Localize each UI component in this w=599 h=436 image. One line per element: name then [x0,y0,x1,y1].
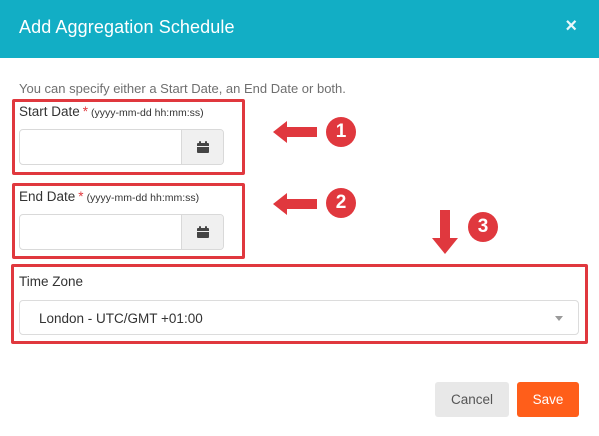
callout-badge-1: 1 [326,117,356,147]
arrow-down-icon [432,210,458,254]
end-date-field [19,214,224,250]
callout-badge-3: 3 [468,212,498,242]
start-date-calendar-button[interactable] [181,130,223,164]
dialog-title: Add Aggregation Schedule [19,17,235,37]
end-date-calendar-button[interactable] [181,215,223,249]
required-mark: * [82,104,89,119]
start-date-field [19,129,224,165]
arrow-left-icon [273,121,317,143]
end-date-label-text: End Date [19,189,76,204]
start-date-label: Start Date * (yyyy-mm-dd hh:mm:ss) [19,104,204,119]
format-hint: (yyyy-mm-dd hh:mm:ss) [86,192,200,204]
caret-down-icon [555,316,563,321]
calendar-icon [196,226,209,238]
cancel-button[interactable]: Cancel [435,382,509,417]
start-date-input[interactable] [20,130,182,164]
calendar-icon [196,141,209,153]
time-zone-select[interactable]: London - UTC/GMT +01:00 [19,300,579,335]
arrow-left-icon [273,193,317,215]
time-zone-label: Time Zone [19,274,84,289]
end-date-label: End Date * (yyyy-mm-dd hh:mm:ss) [19,189,199,204]
required-mark: * [78,189,84,204]
callout-badge-2: 2 [326,188,356,218]
save-button[interactable]: Save [517,382,579,417]
dialog-header: Add Aggregation Schedule × [0,0,599,58]
start-date-label-text: Start Date [19,104,80,119]
intro-text: You can specify either a Start Date, an … [19,81,346,96]
close-icon[interactable]: × [565,15,577,37]
end-date-input[interactable] [20,215,182,249]
format-hint: (yyyy-mm-dd hh:mm:ss) [91,107,204,119]
time-zone-value: London - UTC/GMT +01:00 [39,311,203,326]
